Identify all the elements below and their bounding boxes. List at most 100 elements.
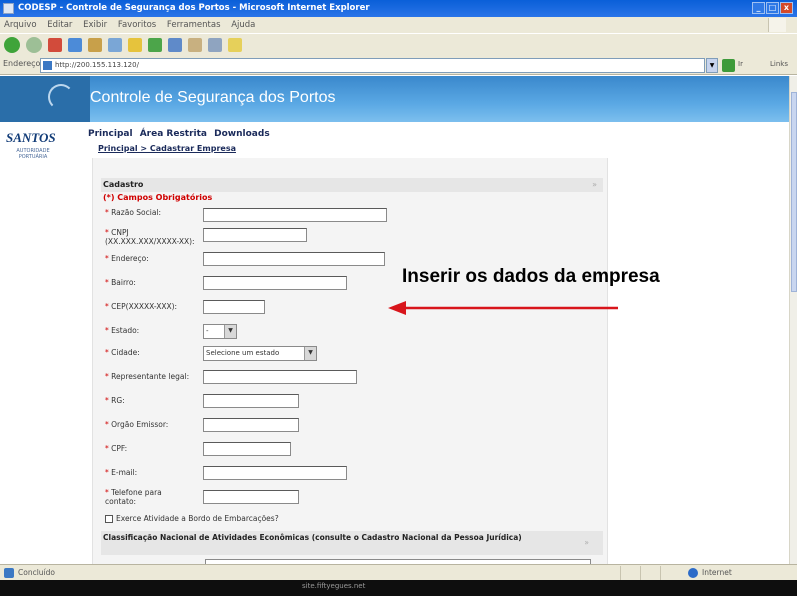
folder-icon[interactable] (228, 38, 242, 52)
nav-area-restrita[interactable]: Área Restrita (140, 129, 207, 139)
label-endereco: * Endereço: (105, 254, 149, 263)
header-decoration (0, 76, 90, 122)
cidade-value: Selecione um estado (206, 349, 280, 357)
scrollbar-thumb[interactable] (791, 92, 797, 292)
annotation-arrow-head (388, 301, 406, 315)
embarcacoes-checkbox-label[interactable]: Exerce Atividade a Bordo de Embarcações? (116, 514, 279, 523)
form-panel: Cadastro » (*) Campos Obrigatórios * Raz… (92, 158, 608, 564)
go-button[interactable]: Ir (738, 60, 743, 68)
label-bairro: * Bairro: (105, 278, 136, 287)
orgao-emissor-input[interactable] (203, 418, 299, 432)
home-icon[interactable] (88, 38, 102, 52)
favorites-icon[interactable] (128, 38, 142, 52)
label-email: * E-mail: (105, 468, 138, 477)
done-page-icon (4, 568, 14, 578)
windows-flag-icon (768, 18, 786, 32)
status-text: Concluído (18, 568, 55, 577)
annotation-arrow (388, 301, 618, 315)
chevron-down-icon[interactable]: ▼ (304, 347, 316, 360)
search-icon[interactable] (108, 38, 122, 52)
mail-icon[interactable] (188, 38, 202, 52)
menu-ferramentas[interactable]: Ferramentas (167, 20, 221, 30)
endereco-input[interactable] (203, 252, 385, 266)
site-nav: Principal Área Restrita Downloads (88, 129, 274, 139)
menu-exibir[interactable]: Exibir (83, 20, 107, 30)
rg-input[interactable] (203, 394, 299, 408)
links-button[interactable]: Links (770, 60, 788, 68)
santos-logo-subtitle: AUTORIDADE PORTUÁRIA (16, 148, 50, 160)
menubar: Arquivo Editar Exibir Favoritos Ferramen… (0, 17, 797, 33)
refresh-icon[interactable] (68, 38, 82, 52)
print-icon[interactable] (208, 38, 222, 52)
label-rg: * RG: (105, 396, 125, 405)
site-header: Controle de Segurança dos Portos (0, 76, 789, 122)
required-fields-note: (*) Campos Obrigatórios (103, 193, 213, 202)
breadcrumb[interactable]: Principal > Cadastrar Empresa (98, 144, 236, 153)
embarcacoes-checkbox[interactable] (105, 514, 113, 523)
maximize-button[interactable]: □ (766, 2, 779, 14)
toolbar (0, 33, 797, 56)
nav-principal[interactable]: Principal (88, 129, 133, 139)
status-divider (620, 566, 621, 580)
label-telefone: * Telefone para contato: (105, 488, 162, 506)
santos-logo: SANTOS (6, 130, 56, 145)
address-dropdown-icon[interactable]: ▼ (706, 58, 718, 73)
representante-legal-input[interactable] (203, 370, 357, 384)
taskbar-text: site.fiftyegues.net (302, 582, 366, 590)
label-razao-social: * Razão Social: (105, 208, 162, 217)
addressbar: Endereço http://200.155.113.120/ ▼ Ir Li… (0, 56, 797, 75)
cadastro-title: Cadastro (103, 180, 144, 189)
statusbar: Concluído Internet (0, 564, 797, 580)
annotation-label: Inserir os dados da empresa (402, 266, 660, 287)
cep-input[interactable] (203, 300, 265, 314)
cpf-input[interactable] (203, 442, 291, 456)
menu-favoritos[interactable]: Favoritos (118, 20, 156, 30)
bairro-input[interactable] (203, 276, 347, 290)
cnae-section-title: Classificação Nacional de Atividades Eco… (103, 533, 522, 542)
page-viewport: Controle de Segurança dos Portos SANTOS … (0, 76, 789, 564)
label-orgao-emissor: * Orgão Emissor: (105, 420, 169, 429)
window-title: CODESP - Controle de Segurança dos Porto… (18, 3, 370, 13)
estado-value: - (206, 327, 209, 335)
label-representante-legal: * Representante legal: (105, 372, 190, 381)
cidade-select[interactable]: Selecione um estado ▼ (203, 346, 317, 361)
collapse-icon[interactable]: » (584, 538, 589, 548)
site-title: Controle de Segurança dos Portos (90, 89, 336, 106)
stop-icon[interactable] (48, 38, 62, 52)
menu-arquivo[interactable]: Arquivo (4, 20, 37, 30)
razao-social-input[interactable] (203, 208, 387, 222)
internet-globe-icon (688, 568, 698, 578)
telefone-input[interactable] (203, 490, 299, 504)
address-input[interactable]: http://200.155.113.120/ (40, 58, 705, 73)
cadastro-section-header: Cadastro » (101, 178, 603, 192)
cnpj-input[interactable] (203, 228, 307, 242)
nav-downloads[interactable]: Downloads (214, 129, 270, 139)
menu-ajuda[interactable]: Ajuda (231, 20, 255, 30)
estado-select[interactable]: - ▼ (203, 324, 237, 339)
email-input[interactable] (203, 466, 347, 480)
minimize-button[interactable]: _ (752, 2, 765, 14)
chevron-down-icon[interactable]: ▼ (224, 325, 236, 338)
label-cidade: * Cidade: (105, 348, 140, 357)
label-estado: * Estado: (105, 326, 140, 335)
back-icon[interactable] (4, 37, 20, 53)
logo-column: SANTOS AUTORIDADE PORTUÁRIA (0, 122, 78, 564)
address-label: Endereço (3, 59, 41, 68)
page-icon (43, 61, 52, 70)
embarcacoes-checkbox-row: Exerce Atividade a Bordo de Embarcações? (105, 514, 279, 523)
collapse-icon[interactable]: » (592, 178, 597, 192)
menu-editar[interactable]: Editar (47, 20, 72, 30)
ie-app-icon (3, 3, 14, 14)
cnae-section-header: Classificação Nacional de Atividades Eco… (101, 531, 603, 555)
history-icon[interactable] (168, 38, 182, 52)
label-cnpj: * CNPJ (XX.XXX.XXX/XXXX-XX): (105, 228, 195, 246)
go-arrow-icon[interactable] (722, 59, 735, 72)
label-cpf: * CPF: (105, 444, 128, 453)
vertical-scrollbar[interactable] (789, 76, 797, 564)
forward-icon[interactable] (26, 37, 42, 53)
status-divider (660, 566, 661, 580)
window-controls: _ □ x (752, 2, 793, 14)
window-titlebar: CODESP - Controle de Segurança dos Porto… (0, 0, 797, 17)
media-icon[interactable] (148, 38, 162, 52)
close-button[interactable]: x (780, 2, 793, 14)
